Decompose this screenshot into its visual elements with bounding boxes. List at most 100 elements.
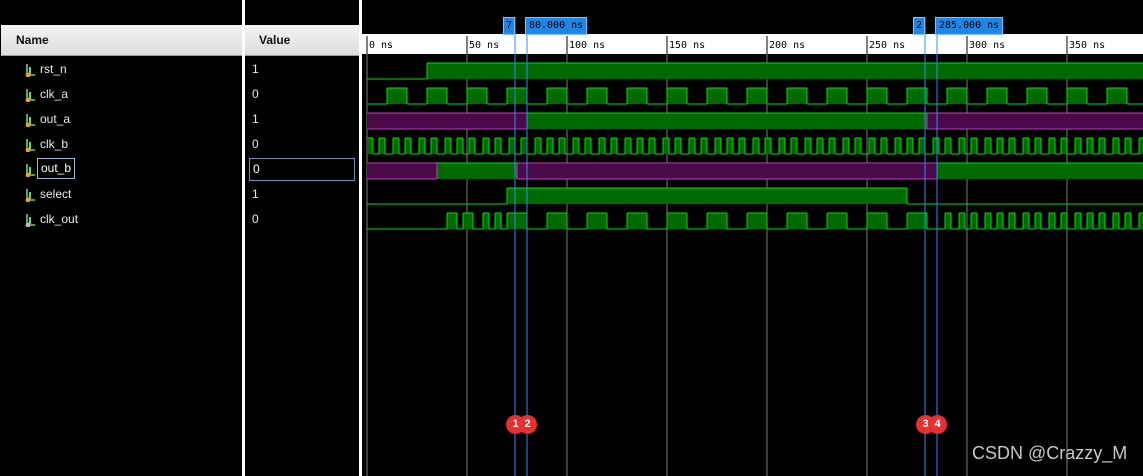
wave-high-segment	[707, 213, 727, 229]
cursor-time-label[interactable]: 285.000 ns	[935, 17, 1004, 35]
wave-high-segment	[1125, 138, 1131, 154]
signal-signal-bit-icon	[23, 188, 37, 203]
wave-high-segment	[637, 138, 643, 154]
wave-unknown-segment	[367, 163, 437, 179]
wave-high-segment	[663, 138, 669, 154]
wave-high-segment	[747, 88, 767, 104]
wave-high-segment	[867, 213, 887, 229]
wave-high-segment	[547, 138, 553, 154]
wave-high-segment	[937, 163, 1143, 179]
name-column-header[interactable]: Name	[1, 25, 242, 56]
signal-value: 0	[249, 158, 355, 181]
wave-high-segment	[1023, 138, 1029, 154]
cursor-time-label[interactable]: 7	[503, 17, 515, 35]
signal-value: 1	[252, 187, 259, 201]
column-divider[interactable]	[242, 0, 245, 476]
signal-row[interactable]: clk_b 0	[1, 132, 359, 157]
signal-signal-bit-icon	[23, 163, 37, 178]
signal-row[interactable]: clk_a 0	[1, 82, 359, 107]
cursor-time-label[interactable]: 2	[913, 17, 925, 35]
wave-high-segment	[959, 138, 965, 154]
wave-unknown-segment	[517, 163, 937, 179]
wave-high-segment	[587, 213, 607, 229]
wave-high-segment	[627, 88, 647, 104]
wave-high-segment	[987, 88, 1007, 104]
wave-high-segment	[765, 138, 771, 154]
cursor-time-label[interactable]: 80.000 ns	[525, 17, 588, 35]
wave-high-segment	[805, 138, 811, 154]
wave-high-segment	[419, 138, 425, 154]
wave-high-segment	[1139, 138, 1143, 154]
ruler-tick-label: 150 ns	[669, 40, 705, 51]
signal-name[interactable]: clk_b	[40, 137, 68, 151]
wave-high-segment	[535, 138, 541, 154]
wave-high-segment	[919, 138, 925, 154]
wave-high-segment	[1075, 213, 1081, 229]
wave-high-segment	[1099, 138, 1105, 154]
wave-high-segment	[509, 138, 515, 154]
ruler-tick-label: 300 ns	[969, 40, 1005, 51]
signal-row[interactable]: select 1	[1, 182, 359, 207]
wave-high-segment	[521, 138, 527, 154]
wave-high-segment	[507, 188, 907, 204]
wave-high-segment	[947, 88, 967, 104]
wave-high-segment	[791, 138, 797, 154]
signal-row[interactable]: clk_out 0	[1, 207, 359, 232]
signal-row[interactable]: rst_n 1	[1, 57, 359, 82]
wave-high-segment	[1027, 88, 1047, 104]
wave-high-segment	[1107, 88, 1127, 104]
wave-high-segment	[727, 138, 733, 154]
wave-high-segment	[1035, 213, 1041, 229]
wave-high-segment	[985, 213, 991, 229]
waveform-canvas[interactable]: 0 ns 50 ns 100 ns 150 ns 200 ns 250 ns 300 ns 3…	[362, 0, 1143, 476]
wave-high-segment	[945, 213, 951, 229]
wave-high-segment	[945, 138, 951, 154]
wave-high-segment	[527, 113, 927, 129]
wave-high-segment	[625, 138, 631, 154]
signal-signal-bit-icon	[23, 138, 37, 153]
wave-high-segment	[827, 213, 847, 229]
signal-name[interactable]: clk_a	[40, 87, 68, 101]
wave-high-segment	[495, 138, 501, 154]
wave-high-segment	[405, 138, 411, 154]
annotation-marker: 2	[518, 415, 537, 434]
wave-high-segment	[611, 138, 617, 154]
wave-high-segment	[467, 88, 487, 104]
signal-name[interactable]: clk_out	[40, 212, 78, 226]
value-column-header[interactable]: Value	[245, 25, 359, 56]
wave-high-segment	[1125, 213, 1131, 229]
value-column-top	[245, 0, 359, 25]
wave-high-segment	[437, 163, 517, 179]
signal-name[interactable]: rst_n	[40, 62, 67, 76]
signal-value: 1	[252, 112, 259, 126]
signal-row[interactable]: out_b 0	[1, 157, 359, 182]
signal-name[interactable]: out_b	[37, 158, 76, 179]
wave-high-segment	[447, 213, 457, 229]
wave-high-segment	[1061, 213, 1067, 229]
wave-high-segment	[1087, 213, 1093, 229]
wave-high-segment	[457, 138, 463, 154]
wave-high-segment	[787, 213, 807, 229]
ruler-tick-label: 350 ns	[1069, 40, 1105, 51]
signal-signal-bit-icon	[23, 63, 37, 78]
wave-high-segment	[753, 138, 759, 154]
wave-high-segment	[627, 213, 647, 229]
signal-signal-output-icon	[23, 213, 37, 228]
wave-high-segment	[547, 88, 567, 104]
wave-high-segment	[907, 213, 927, 229]
wave-high-segment	[367, 138, 373, 154]
wave-high-segment	[507, 213, 527, 229]
wave-high-segment	[1113, 213, 1119, 229]
ruler-tick-label: 250 ns	[869, 40, 905, 51]
signal-name[interactable]: select	[40, 187, 71, 201]
wave-high-segment	[779, 138, 785, 154]
waveform-panel[interactable]: 0 ns 50 ns 100 ns 150 ns 200 ns 250 ns 300 ns 3…	[362, 0, 1143, 476]
wave-high-segment	[689, 138, 695, 154]
signal-row[interactable]: out_a 1	[1, 107, 359, 132]
wave-high-segment	[971, 138, 977, 154]
signal-value: 1	[252, 62, 259, 76]
wave-high-segment	[1023, 213, 1029, 229]
signal-name[interactable]: out_a	[40, 112, 70, 126]
wave-high-segment	[997, 138, 1003, 154]
wave-high-segment	[1061, 138, 1067, 154]
